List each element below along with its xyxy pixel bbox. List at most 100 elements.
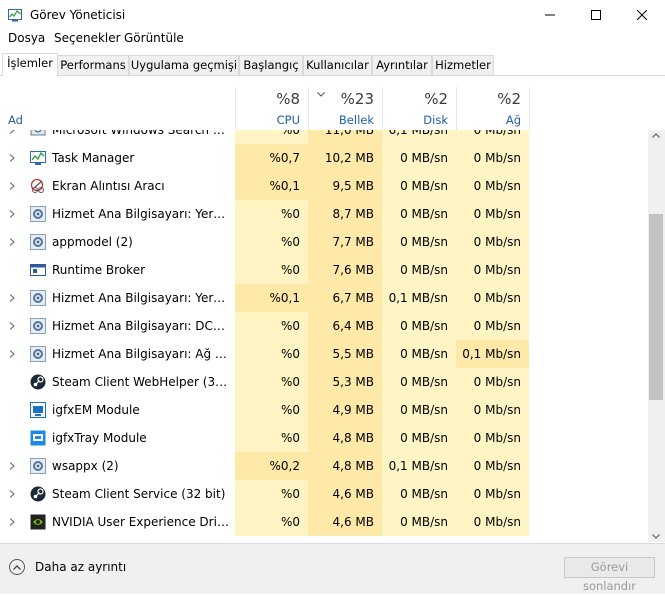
column-header-cpu[interactable]: %8 CPU <box>235 87 309 130</box>
intel-tray-icon <box>30 430 46 446</box>
cpu-cell: %0 <box>235 256 308 284</box>
network-cell: 0 Mb/sn <box>456 312 529 340</box>
disk-cell: 0 MB/sn <box>382 172 456 200</box>
process-row[interactable]: igfxEM Module %0 4,9 MB 0 MB/sn 0 Mb/sn <box>0 396 648 424</box>
tab-users[interactable]: Kullanıcılar <box>303 55 372 75</box>
chevron-right-icon[interactable] <box>9 154 15 162</box>
process-name-cell: Ekran Alıntısı Aracı <box>0 172 235 200</box>
process-name-cell: wsappx (2) <box>0 452 235 480</box>
chevron-right-icon[interactable] <box>9 350 15 358</box>
tab-details[interactable]: Ayrıntılar <box>372 55 432 75</box>
minimize-icon <box>545 14 555 16</box>
maximize-button[interactable] <box>573 0 619 30</box>
title-bar[interactable]: Görev Yöneticisi <box>0 0 665 30</box>
process-name-cell: Runtime Broker <box>0 256 235 284</box>
process-row[interactable]: appmodel (2) %0 7,7 MB 0 MB/sn 0 Mb/sn <box>0 228 648 256</box>
disk-cell: 0 MB/sn <box>382 200 456 228</box>
service-host-icon <box>30 234 46 250</box>
chevron-right-icon[interactable] <box>9 294 15 302</box>
disk-cell: 0,1 MB/sn <box>382 284 456 312</box>
process-name: Runtime Broker <box>52 263 146 277</box>
menu-view[interactable]: Görüntüle <box>124 31 184 45</box>
column-name-label: Ad <box>8 113 23 127</box>
memory-total-percent: %23 <box>340 90 374 108</box>
disk-cell: 0 MB/sn <box>382 312 456 340</box>
memory-cell: 7,6 MB <box>308 256 382 284</box>
fewer-details-button[interactable]: Daha az ayrıntı <box>9 557 126 577</box>
chevron-right-icon[interactable] <box>9 462 15 470</box>
chevron-right-icon[interactable] <box>9 182 15 190</box>
process-row[interactable]: Steam Client WebHelper (32 bit) %0 5,3 MB 0… <box>0 368 648 396</box>
tab-processes[interactable]: İşlemler <box>2 53 58 76</box>
cpu-cell: %0 <box>235 228 308 256</box>
process-name: Microsoft Windows Search Dizi... <box>52 130 230 137</box>
chevron-right-icon[interactable] <box>9 238 15 246</box>
close-icon <box>637 10 647 20</box>
process-row[interactable]: wsappx (2) %0,2 4,8 MB 0,1 MB/sn 0 Mb/sn <box>0 452 648 480</box>
cpu-cell: %0 <box>235 200 308 228</box>
memory-column-label: Bellek <box>338 113 374 127</box>
cpu-cell: %0,7 <box>235 144 308 172</box>
close-button[interactable] <box>619 0 665 30</box>
column-header-name[interactable]: Ad <box>0 87 236 130</box>
network-cell: 0 Mb/sn <box>456 200 529 228</box>
disk-cell: 0 MB/sn <box>382 396 456 424</box>
scroll-down-icon[interactable] <box>652 534 660 539</box>
memory-cell: 6,7 MB <box>308 284 382 312</box>
disk-cell: 0 MB/sn <box>382 480 456 508</box>
cpu-total-percent: %8 <box>276 90 300 108</box>
chevron-right-icon[interactable] <box>9 518 15 526</box>
tab-services[interactable]: Hizmetler <box>432 55 494 75</box>
process-row[interactable]: Hizmet Ana Bilgisayarı: Ağ Hiz... %0 5,5 M… <box>0 340 648 368</box>
chevron-right-icon[interactable] <box>9 130 15 134</box>
tab-app-history[interactable]: Uygulama geçmişi <box>129 55 239 75</box>
process-name-cell: igfxTray Module <box>0 424 235 452</box>
disk-cell: 0 MB/sn <box>382 424 456 452</box>
network-cell: 0 Mb/sn <box>456 424 529 452</box>
scroll-up-icon[interactable] <box>652 133 660 138</box>
disk-total-percent: %2 <box>424 90 448 108</box>
chevron-right-icon[interactable] <box>9 210 15 218</box>
process-name-cell: Steam Client Service (32 bit) <box>0 480 235 508</box>
process-name: Hizmet Ana Bilgisayarı: Yerel Hi... <box>52 291 230 305</box>
menu-file[interactable]: Dosya <box>8 31 45 45</box>
tab-performance[interactable]: Performans <box>57 55 129 75</box>
tab-strip: İşlemler Performans Uygulama geçmişi Baş… <box>0 53 665 76</box>
end-task-button[interactable]: Görevi sonlandır <box>564 557 655 593</box>
network-cell: 0 Mb/sn <box>456 368 529 396</box>
search-service-icon <box>30 130 46 136</box>
process-row[interactable]: NVIDIA User Experience Driver C... %04,6 … <box>0 508 648 536</box>
task-manager-icon <box>30 151 46 165</box>
process-row[interactable]: Hizmet Ana Bilgisayarı: Yerel Hi... %0,16… <box>0 284 648 312</box>
chevron-right-icon[interactable] <box>9 322 15 330</box>
column-header-network[interactable]: %2 Ağ <box>456 87 530 130</box>
disk-cell: 0 MB/sn <box>382 368 456 396</box>
process-row[interactable]: Runtime Broker %0 7,6 MB 0 MB/sn 0 Mb/sn <box>0 256 648 284</box>
process-row[interactable]: Task Manager %0,7 10,2 MB 0 MB/sn 0 Mb/sn <box>0 144 648 172</box>
disk-cell: 0 MB/sn <box>382 508 456 536</box>
service-host-icon <box>30 458 46 474</box>
maximize-icon <box>591 10 601 20</box>
memory-cell: 7,7 MB <box>308 228 382 256</box>
service-host-icon <box>30 346 46 362</box>
process-row[interactable]: Hizmet Ana Bilgisayarı: Yerel Hi... %08,7… <box>0 200 648 228</box>
process-row[interactable]: Ekran Alıntısı Aracı %0,1 9,5 MB 0 MB/sn 0 M… <box>0 172 648 200</box>
process-name-cell: Hizmet Ana Bilgisayarı: Ağ Hiz... <box>0 340 235 368</box>
process-row[interactable]: igfxTray Module %0 4,8 MB 0 MB/sn 0 Mb/sn <box>0 424 648 452</box>
tab-startup[interactable]: Başlangıç <box>239 55 303 75</box>
process-row[interactable]: Microsoft Windows Search Dizi... %0 11,0 M… <box>0 130 648 144</box>
cpu-cell: %0 <box>235 396 308 424</box>
cpu-cell: %0,2 <box>235 452 308 480</box>
vertical-scrollbar[interactable] <box>648 130 665 542</box>
minimize-button[interactable] <box>527 0 573 30</box>
column-header-disk[interactable]: %2 Disk <box>382 87 457 130</box>
menu-options[interactable]: Seçenekler <box>54 31 121 45</box>
network-cell: 0 Mb/sn <box>456 144 529 172</box>
scrollbar-thumb[interactable] <box>649 214 663 400</box>
process-row[interactable]: Steam Client Service (32 bit) %0 4,6 MB 0 M… <box>0 480 648 508</box>
cpu-cell: %0,1 <box>235 172 308 200</box>
service-host-icon <box>30 290 46 306</box>
process-row[interactable]: Hizmet Ana Bilgisayarı: DCOM ... %0 6,4 MB… <box>0 312 648 340</box>
process-name: Steam Client WebHelper (32 bit) <box>52 375 230 389</box>
chevron-right-icon[interactable] <box>9 490 15 498</box>
